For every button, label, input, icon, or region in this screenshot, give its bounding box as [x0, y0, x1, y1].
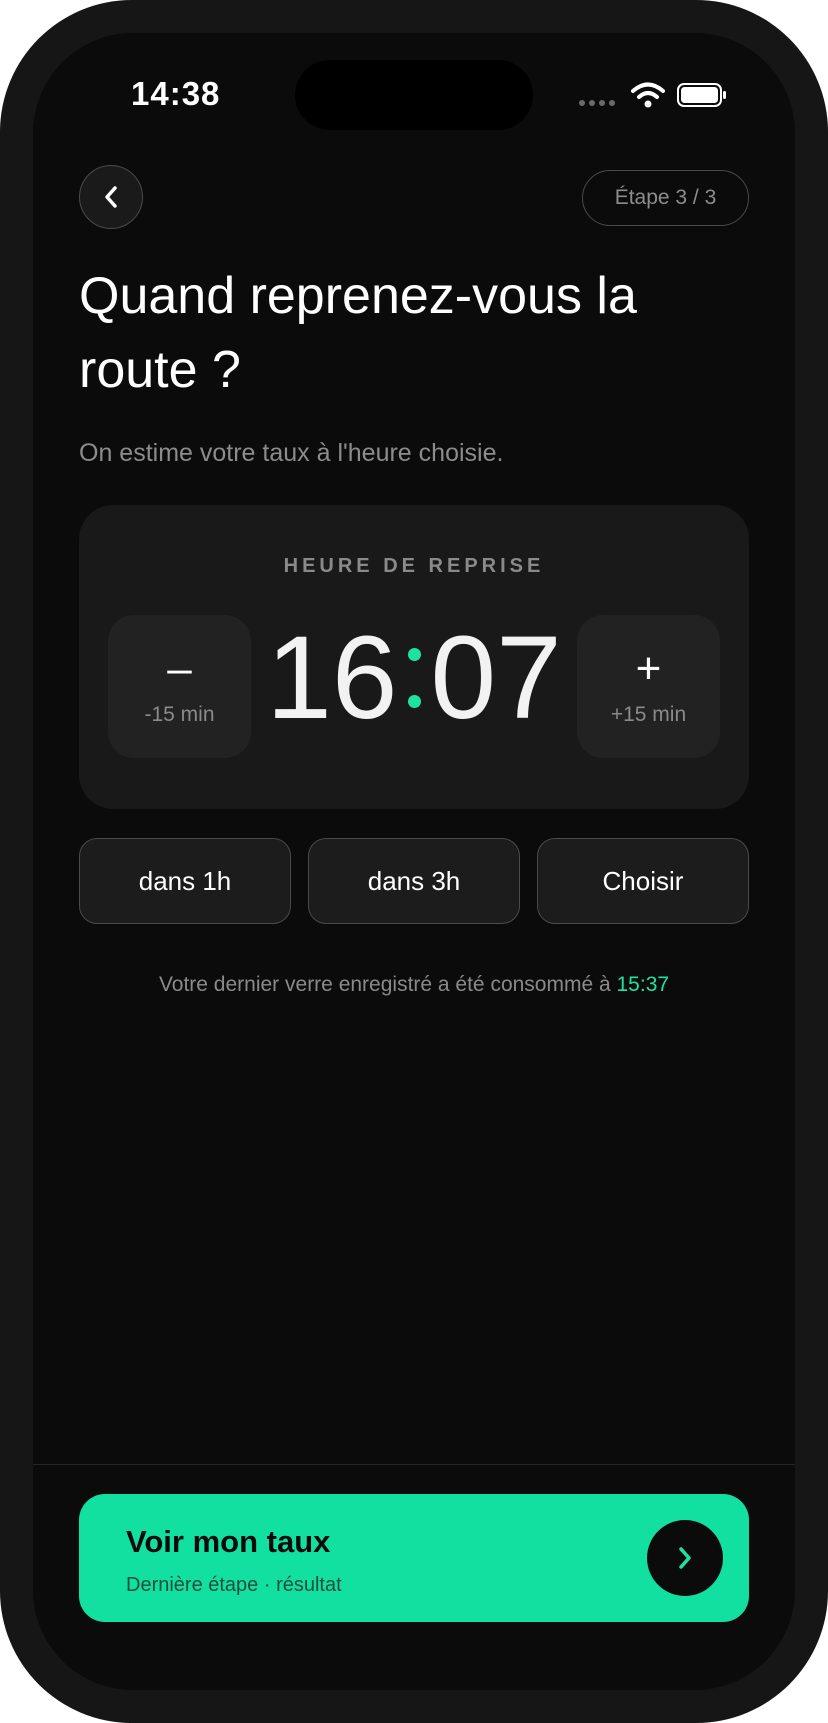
decrement-button[interactable]: – -15 min: [108, 615, 251, 758]
increment-label: +15 min: [610, 702, 687, 726]
plus-icon: +: [635, 643, 662, 693]
page-title: Quand reprenez-vous la route ?: [79, 267, 637, 399]
last-drink-text: Votre dernier verre enregistré a été con…: [158, 973, 617, 996]
footer-divider: [33, 1464, 795, 1465]
back-button[interactable]: [79, 165, 143, 229]
last-drink-info: Votre dernier verre enregistré a été con…: [33, 973, 795, 997]
time-card: HEURE DE REPRISE – -15 min 16 07 + +15 m…: [79, 505, 749, 809]
cta-arrow-button[interactable]: [647, 1520, 723, 1596]
wifi-icon: [631, 82, 665, 108]
cta-subtitle: Dernière étape · résultat: [126, 1574, 342, 1596]
dynamic-island: [295, 60, 533, 130]
time-separator: [407, 648, 421, 708]
status-time: 14:38: [131, 75, 221, 112]
increment-button[interactable]: + +15 min: [577, 615, 720, 758]
time-hours: 16: [266, 612, 398, 744]
quick-option-choose[interactable]: Choisir: [537, 838, 749, 924]
screen: 14:38 Étape 3 / 3 Quand reprenez-vous la…: [33, 33, 795, 1690]
quick-option-1h[interactable]: dans 1h: [79, 838, 291, 924]
time-display: 16 07: [254, 603, 574, 753]
minus-icon: –: [167, 643, 192, 693]
last-drink-time: 15:37: [616, 973, 670, 996]
quick-option-3h[interactable]: dans 3h: [308, 838, 520, 924]
decrement-label: -15 min: [144, 702, 215, 726]
time-minutes: 07: [430, 612, 562, 744]
battery-icon: [677, 83, 726, 107]
page-subtitle: On estime votre taux à l'heure choisie.: [79, 439, 504, 467]
phone-frame: 14:38 Étape 3 / 3 Quand reprenez-vous la…: [0, 0, 828, 1723]
time-card-label: HEURE DE REPRISE: [283, 555, 545, 577]
signal-icon: [579, 100, 615, 106]
step-indicator: Étape 3 / 3: [582, 170, 749, 226]
cta-title: Voir mon taux: [126, 1524, 331, 1559]
chevron-left-icon: [105, 186, 117, 208]
see-rate-button[interactable]: Voir mon taux Dernière étape · résultat: [79, 1494, 749, 1622]
chevron-right-icon: [679, 1547, 691, 1569]
